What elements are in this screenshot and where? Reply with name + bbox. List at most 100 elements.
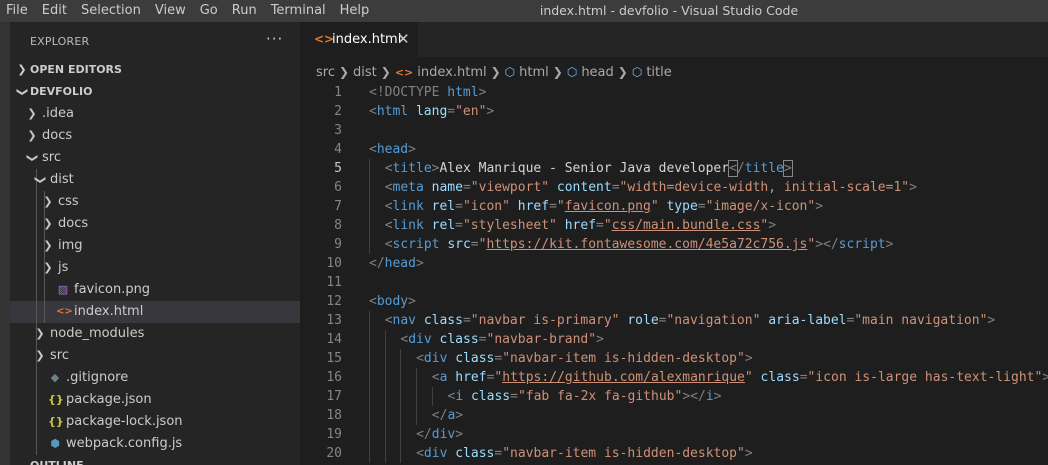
breadcrumb-item[interactable]: html <box>519 65 549 80</box>
code-line: 3 <box>300 121 1048 140</box>
code-token: class <box>423 313 463 328</box>
folder-item[interactable]: ❯ node_modules <box>10 323 300 345</box>
indent-guide <box>416 387 418 406</box>
breadcrumb-item[interactable]: dist <box>353 65 377 80</box>
code-token: > <box>478 85 487 100</box>
more-actions-icon[interactable]: ··· <box>266 30 283 48</box>
breadcrumb-item[interactable]: title <box>646 65 671 80</box>
chevron-right-icon: ❯ <box>380 65 391 79</box>
indent-guide <box>44 301 45 323</box>
folder-item[interactable]: ❯ .idea <box>10 103 300 125</box>
code-token: < <box>384 199 393 214</box>
code-line: 14 <div class="navbar-brand"> <box>300 330 1048 349</box>
file-item[interactable]: ▨ favicon.png <box>10 279 300 301</box>
tree-item-label: js <box>58 260 69 275</box>
chevron-right-icon: ❯ <box>35 327 45 340</box>
menu-selection[interactable]: Selection <box>74 0 148 22</box>
code-token: "en" <box>455 104 487 119</box>
code-token: > <box>1042 370 1048 385</box>
folder-item[interactable]: ❯ docs <box>10 213 300 235</box>
code-text: <div class="navbar-brand"> <box>400 330 604 349</box>
image-file-icon: ▨ <box>57 283 69 296</box>
code-line: 9 <script src="https://kit.fontawesome.co… <box>300 235 1048 254</box>
open-editors-section[interactable]: ❯ OPEN EDITORS <box>10 59 300 81</box>
breadcrumb-item[interactable]: head <box>581 65 613 80</box>
code-text: <link rel="icon" href="favicon.png" type… <box>385 197 823 216</box>
breadcrumb-item[interactable]: src <box>316 65 335 80</box>
line-number: 19 <box>326 427 342 442</box>
indent-guide <box>369 406 370 425</box>
file-item[interactable]: <> index.html <box>10 301 300 323</box>
indent-guide <box>36 213 37 235</box>
folder-item[interactable]: ❯ dist <box>10 169 300 191</box>
code-token: = <box>596 218 604 233</box>
file-item[interactable]: {} package.json <box>10 389 300 411</box>
code-token: class <box>455 351 495 366</box>
indent-guide <box>369 425 370 444</box>
code-token: nav <box>392 313 416 328</box>
file-item[interactable]: ◆ .gitignore <box>10 367 300 389</box>
code-token: = <box>478 332 487 347</box>
folder-item[interactable]: ❯ js <box>10 257 300 279</box>
file-item[interactable]: {} package-lock.json <box>10 411 300 433</box>
menu-file[interactable]: File <box>0 0 35 22</box>
chevron-right-icon: ❯ <box>338 65 350 79</box>
folder-item[interactable]: ❯ css <box>10 191 300 213</box>
line-number: 9 <box>334 237 342 252</box>
tree-item-label: .idea <box>42 106 74 121</box>
code-token: html <box>376 104 409 119</box>
code-editor[interactable]: 1 <!DOCTYPE html> 2 <html lang="en"> 3 4 <head… <box>300 83 1048 463</box>
file-item[interactable]: ⬢ webpack.config.js <box>10 433 300 455</box>
indent-guide <box>36 411 37 433</box>
folder-item[interactable]: ❯ src <box>10 147 300 169</box>
code-token: " <box>807 237 816 252</box>
menu-run[interactable]: Run <box>225 0 264 22</box>
json-file-icon: {} <box>48 393 64 406</box>
outline-section[interactable]: OUTLINE <box>10 455 300 465</box>
code-token: = <box>455 199 463 214</box>
code-token: > <box>768 218 777 233</box>
code-token: class <box>455 446 495 461</box>
chevron-right-icon: ❯ <box>27 107 37 120</box>
html-file-icon: <> <box>394 66 414 79</box>
code-token: body <box>376 294 409 309</box>
breadcrumb-item[interactable]: index.html <box>417 65 486 80</box>
chevron-right-icon: ❯ <box>17 63 27 76</box>
line-number: 12 <box>326 294 342 309</box>
code-token: < <box>384 161 393 176</box>
menu-go[interactable]: Go <box>193 0 225 22</box>
code-token: title <box>392 161 432 176</box>
code-line: 1 <!DOCTYPE html> <box>300 83 1048 102</box>
tab-label: index.html <box>332 32 402 47</box>
code-token: content <box>556 180 612 195</box>
code-token: div <box>423 446 448 461</box>
code-token: = <box>697 199 706 214</box>
indent-guide <box>369 197 370 216</box>
tab-index-html[interactable]: <> index.html ✕ <box>300 22 418 57</box>
code-token: src <box>447 237 471 252</box>
project-section[interactable]: ❯ DEVFOLIO <box>10 81 300 103</box>
menu-help[interactable]: Help <box>333 0 377 22</box>
tree-item-label: docs <box>42 128 73 143</box>
code-token: > <box>596 332 604 347</box>
code-token: > <box>408 142 416 157</box>
folder-item[interactable]: ❯ src <box>10 345 300 367</box>
line-number: 7 <box>334 199 342 214</box>
code-text: <html lang="en"> <box>369 102 494 121</box>
folder-item[interactable]: ❯ docs <box>10 125 300 147</box>
menu-view[interactable]: View <box>148 0 193 22</box>
menu-edit[interactable]: Edit <box>35 0 74 22</box>
line-number: 14 <box>326 332 342 347</box>
menu-terminal[interactable]: Terminal <box>264 0 333 22</box>
code-token: "width=device-width, initial-scale=1" <box>619 180 910 195</box>
folder-item[interactable]: ❯ img <box>10 235 300 257</box>
tree-item-label: dist <box>50 172 74 187</box>
close-icon[interactable]: ✕ <box>397 22 410 57</box>
code-token: class <box>760 370 800 385</box>
code-token: "navbar-item is-hidden-desktop" <box>502 446 745 461</box>
code-token: " <box>650 199 659 214</box>
code-token: > <box>744 351 753 366</box>
code-token: = <box>510 389 518 404</box>
